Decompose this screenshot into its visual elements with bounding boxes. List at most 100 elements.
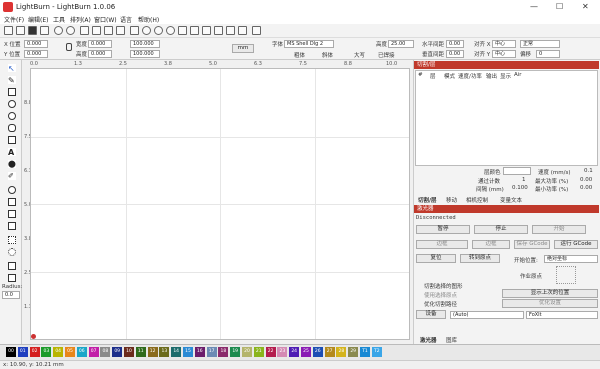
palette-swatch-07[interactable]: 07	[88, 347, 99, 357]
delete-icon[interactable]	[116, 26, 125, 35]
palette-swatch-20[interactable]: 20	[242, 347, 252, 357]
palette-swatch-13[interactable]: 13	[159, 347, 170, 357]
palette-swatch-14[interactable]: 14	[171, 347, 182, 357]
palette-swatch-10[interactable]: 10	[124, 347, 134, 357]
palette-swatch-16[interactable]: 16	[194, 347, 205, 357]
uppercase-checkbox[interactable]: 大写	[354, 51, 365, 59]
bold-checkbox[interactable]: 粗体	[294, 51, 305, 59]
save-as-icon[interactable]	[40, 26, 49, 35]
menu-help[interactable]: 帮助(H)	[138, 15, 159, 24]
optimize-checkbox[interactable]: 优化切割路径	[424, 300, 457, 308]
copy-icon[interactable]	[104, 26, 113, 35]
palette-swatch-15[interactable]: 15	[183, 347, 193, 357]
settings-icon[interactable]	[214, 26, 223, 35]
palette-swatch-22[interactable]: 22	[265, 347, 276, 357]
pause-button[interactable]: 暂停	[416, 225, 470, 234]
palette-swatch-29[interactable]: 29	[348, 347, 359, 357]
palette-swatch-T2[interactable]: T2	[371, 347, 382, 357]
new-file-icon[interactable]	[4, 26, 13, 35]
dotted-grid-icon[interactable]	[238, 26, 247, 35]
welded-checkbox[interactable]: 已焊接	[378, 51, 395, 59]
save-gcode-button[interactable]: 保存 GCode	[514, 240, 550, 249]
units-button[interactable]: mm	[232, 44, 254, 53]
scale-y-input[interactable]: 100.000	[130, 50, 160, 58]
tab-move[interactable]: 移动	[446, 196, 457, 204]
optimize-settings-button[interactable]: 优化设置	[502, 299, 598, 308]
palette-swatch-T1[interactable]: T1	[360, 347, 370, 357]
passes-value[interactable]: 1	[522, 177, 526, 183]
align-y-select[interactable]: 中心	[492, 50, 516, 58]
circular-array-icon[interactable]	[8, 248, 16, 256]
offset-shape-icon[interactable]	[8, 274, 16, 282]
workspace-canvas[interactable]	[30, 68, 410, 340]
palette-swatch-23[interactable]: 23	[277, 347, 288, 357]
text-mode-select[interactable]: 正常	[520, 40, 560, 48]
grid-array-icon[interactable]	[8, 236, 16, 244]
palette-swatch-08[interactable]: 08	[100, 347, 111, 357]
palette-swatch-04[interactable]: 04	[53, 347, 64, 357]
home-button[interactable]: 复位	[416, 254, 456, 263]
text-tool-icon[interactable]: A	[8, 148, 16, 157]
tab-laser[interactable]: 激光器	[420, 336, 437, 344]
palette-swatch-17[interactable]: 17	[206, 347, 217, 357]
start-button[interactable]: 开始	[532, 225, 586, 234]
circle-tool-icon[interactable]	[8, 112, 16, 120]
palette-swatch-01[interactable]: 01	[17, 347, 28, 357]
x-position-input[interactable]: 0.000	[24, 40, 48, 48]
font-select[interactable]: MS Shell Dlg 2	[284, 40, 334, 48]
text-height-input[interactable]: 25.00	[388, 40, 414, 48]
interval-value[interactable]: 0.100	[512, 185, 528, 191]
select-tool-icon[interactable]: ↖	[8, 64, 16, 73]
italic-checkbox[interactable]: 斜体	[322, 51, 333, 59]
menu-arrange[interactable]: 排列(A)	[70, 15, 91, 24]
camera-icon[interactable]	[190, 26, 199, 35]
device-select[interactable]: (Auto)	[450, 311, 524, 319]
menu-tools[interactable]: 工具	[53, 15, 65, 24]
palette-swatch-21[interactable]: 21	[253, 347, 264, 357]
layer-color-swatch[interactable]	[503, 167, 531, 175]
ellipse-tool-icon[interactable]	[8, 100, 16, 108]
device-button[interactable]: 设备	[416, 310, 446, 319]
use-selection-origin-checkbox[interactable]: 使用选择原点	[424, 291, 457, 299]
position-tool-icon[interactable]: ⬤	[8, 160, 16, 168]
hspace-input[interactable]: 0.00	[446, 40, 464, 48]
node-edit-icon[interactable]	[8, 262, 16, 270]
goto-origin-button[interactable]: 转到原点	[460, 254, 500, 263]
save-icon[interactable]	[28, 26, 37, 35]
offset-input[interactable]: 0	[536, 50, 560, 58]
show-last-position-button[interactable]: 显示上次的位置	[502, 289, 598, 298]
zoom-in-icon[interactable]	[142, 26, 151, 35]
y-position-input[interactable]: 0.000	[24, 50, 48, 58]
tab-variable-text[interactable]: 变量文本	[500, 196, 522, 204]
pen-tool-icon[interactable]: ✎	[8, 76, 16, 85]
tab-library[interactable]: 图库	[446, 336, 457, 344]
move-icon[interactable]	[130, 26, 139, 35]
boolean-union-icon[interactable]	[8, 186, 16, 194]
frame-icon[interactable]	[178, 26, 187, 35]
tools-icon[interactable]	[226, 26, 235, 35]
radius-input[interactable]: 0.0	[2, 291, 20, 299]
align-icon[interactable]	[252, 26, 261, 35]
palette-swatch-12[interactable]: 12	[147, 347, 158, 357]
close-button[interactable]: ✕	[582, 2, 589, 11]
stop-button[interactable]: 停止	[474, 225, 528, 234]
align-x-select[interactable]: 中心	[492, 40, 516, 48]
job-origin-selector[interactable]	[556, 266, 576, 284]
max-power-value[interactable]: 0.00	[580, 177, 592, 183]
zoom-out-icon[interactable]	[154, 26, 163, 35]
ungroup-icon[interactable]	[8, 222, 16, 230]
scale-x-input[interactable]: 100.000	[130, 40, 160, 48]
frame-button[interactable]: 边框	[416, 240, 468, 249]
palette-swatch-02[interactable]: 02	[29, 347, 40, 357]
palette-swatch-18[interactable]: 18	[218, 347, 229, 357]
measure-tool-icon[interactable]: ✐	[8, 172, 16, 180]
frame-tool-icon[interactable]	[8, 136, 16, 144]
tab-camera[interactable]: 相机控制	[466, 196, 488, 204]
cut-selected-checkbox[interactable]: 切割选择的图形	[424, 282, 463, 290]
rectangle-tool-icon[interactable]	[8, 88, 16, 96]
speed-value[interactable]: 0.1	[584, 168, 593, 174]
height-input[interactable]: 0.000	[88, 50, 112, 58]
maximize-button[interactable]: ☐	[556, 2, 563, 11]
redo-icon[interactable]	[66, 26, 75, 35]
group-icon[interactable]	[8, 210, 16, 218]
